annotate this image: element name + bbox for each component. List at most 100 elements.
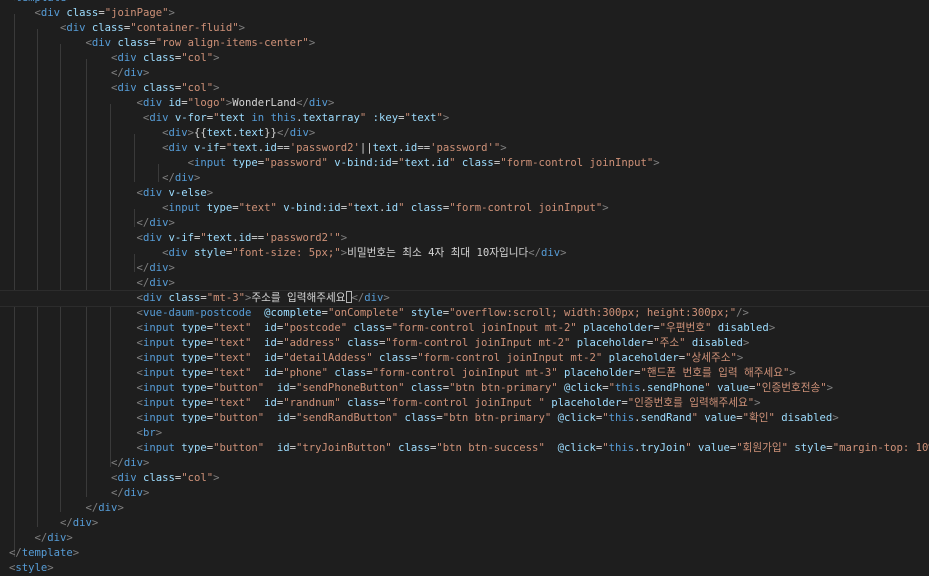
punctuation-token: < xyxy=(9,382,143,394)
code-line[interactable]: </div> xyxy=(0,171,929,186)
string-token: "btn btn-success" xyxy=(436,442,545,454)
attribute-token: class xyxy=(391,442,430,454)
code-line[interactable]: </div> xyxy=(0,501,929,516)
code-line[interactable]: </div> xyxy=(0,276,929,291)
code-line[interactable]: <input type="text" id="phone" class="for… xyxy=(0,366,929,381)
code-line[interactable]: <div class="mt-3">주소를 입력해주세요 </div> xyxy=(0,290,929,307)
code-line[interactable]: <style> xyxy=(0,561,929,576)
tag-token: div xyxy=(72,517,92,529)
attribute-token: class xyxy=(136,52,175,64)
code-line[interactable]: </div> xyxy=(0,216,929,231)
code-line[interactable]: </div> xyxy=(0,516,929,531)
code-line[interactable]: <div class="joinPage"> xyxy=(0,6,929,21)
code-line[interactable]: <div style="font-size: 5px;">비밀번호는 최소 4자… xyxy=(0,246,929,261)
attribute-token: tryJoin xyxy=(640,442,686,454)
string-token: "margin-top: 10%;" xyxy=(832,442,929,454)
string-token: "form-control joinInput mt-2" xyxy=(391,322,577,334)
string-token: "상세주소" xyxy=(685,352,737,364)
code-line[interactable]: <input type="text" id="randnum" class="f… xyxy=(0,396,929,411)
code-line[interactable]: <vue-daum-postcode @complete="onComplete… xyxy=(0,306,929,321)
tag-token: div xyxy=(117,472,137,484)
code-editor[interactable]: <template> <div class="joinPage"> <div c… xyxy=(0,0,929,576)
punctuation-token: < xyxy=(9,292,143,304)
string-token: "인증번호를 입력해주세요" xyxy=(627,397,755,409)
string-token: "col" xyxy=(181,52,214,64)
punctuation-token: > xyxy=(826,382,834,394)
string-token: "form-control joinInput mt-2" xyxy=(385,337,571,349)
tag-token: input xyxy=(142,352,175,364)
punctuation-token: < xyxy=(9,307,143,319)
attribute-token: textarray xyxy=(302,112,360,124)
punctuation-token: > xyxy=(383,292,390,304)
punctuation-token: </ xyxy=(9,517,73,529)
string-token: "form-control joinInput mt-3" xyxy=(372,367,558,379)
attribute-token: type xyxy=(225,157,258,169)
code-line[interactable]: <input type="text" id="detailAddess" cla… xyxy=(0,351,929,366)
code-line[interactable]: <div class="col"> xyxy=(0,81,929,96)
attribute-token: id xyxy=(238,232,252,244)
code-line[interactable]: </div> xyxy=(0,66,929,81)
attribute-token: placeholder xyxy=(602,352,679,364)
code-line[interactable]: </div> xyxy=(0,531,929,546)
attribute-token: text xyxy=(232,142,258,154)
text-token: 비밀번호는 최소 4자 최대 10자입니다 xyxy=(347,247,529,259)
attribute-token: text xyxy=(219,112,246,124)
tag-token: br xyxy=(142,427,156,439)
code-line[interactable]: <input type="text" id="postcode" class="… xyxy=(0,321,929,336)
punctuation-token: > xyxy=(72,547,80,559)
punctuation-token: < xyxy=(9,472,118,484)
code-line[interactable]: <div v-for="text in this.textarray" :key… xyxy=(0,111,929,126)
code-line[interactable]: <input type="text" id="address" class="f… xyxy=(0,336,929,351)
code-line[interactable]: </template> xyxy=(0,546,929,561)
code-line[interactable]: <input type="password" v-bind:id="text.i… xyxy=(0,156,929,171)
string-token: 'password2' xyxy=(264,232,335,244)
code-lines[interactable]: <template> <div class="joinPage"> <div c… xyxy=(0,0,929,576)
string-token: "phone" xyxy=(283,367,328,379)
attribute-token: class xyxy=(111,37,150,49)
code-line[interactable]: <div v-if="text.id=='password2'"> xyxy=(0,231,929,246)
string-token: "sendRandButton" xyxy=(296,412,399,424)
string-token: "button" xyxy=(213,382,265,394)
punctuation-token: > xyxy=(142,487,150,499)
punctuation-token: </ xyxy=(9,67,124,79)
attribute-token: text xyxy=(206,232,233,244)
code-line[interactable]: </div> xyxy=(0,456,929,471)
punctuation-token: < xyxy=(9,322,143,334)
tag-token: div xyxy=(308,97,328,109)
tag-token: div xyxy=(142,292,163,304)
attribute-token: class xyxy=(60,7,99,19)
punctuation-token: < xyxy=(9,112,150,124)
code-line[interactable]: <div v-if="text.id=='password2'||text.id… xyxy=(0,141,929,156)
code-line[interactable]: <div class="col"> xyxy=(0,51,929,66)
punctuation-token: > xyxy=(213,82,220,94)
code-line[interactable]: <input type="button" id="tryJoinButton" … xyxy=(0,441,929,456)
attribute-token: id xyxy=(251,322,277,334)
tag-token: input xyxy=(142,412,175,424)
string-token: "row align-items-center" xyxy=(155,37,309,49)
code-line[interactable]: <div class="row align-items-center"> xyxy=(0,36,929,51)
attribute-token: text xyxy=(372,142,399,154)
tag-token: div xyxy=(142,187,163,199)
string-token: "text" xyxy=(213,367,252,379)
code-line[interactable]: <input type="text" v-bind:id="text.id" c… xyxy=(0,201,929,216)
punctuation-token: > xyxy=(832,412,839,424)
code-line[interactable]: <div id="logo">WonderLand</div> xyxy=(0,96,929,111)
code-line[interactable]: <div class="container-fluid"> xyxy=(0,21,929,36)
code-line[interactable]: <div class="col"> xyxy=(0,471,929,486)
punctuation-token: > xyxy=(142,67,150,79)
attribute-token: style xyxy=(187,247,226,259)
code-line[interactable]: <br> xyxy=(0,426,929,441)
string-token: "logo" xyxy=(187,97,226,109)
attribute-token: style xyxy=(404,307,443,319)
code-line[interactable]: <input type="button" id="sendRandButton"… xyxy=(0,411,929,426)
code-line[interactable]: <input type="button" id="sendPhoneButton… xyxy=(0,381,929,396)
code-line[interactable]: <div v-else> xyxy=(0,186,929,201)
code-line[interactable]: <div>{{text.text}}</div> xyxy=(0,126,929,141)
attribute-token: class xyxy=(136,82,175,94)
punctuation-token: </ xyxy=(9,487,124,499)
code-line[interactable]: </div> xyxy=(0,261,929,276)
punctuation-token: < xyxy=(9,142,169,154)
code-line[interactable]: </div> xyxy=(0,486,929,501)
string-token: "회원가입" xyxy=(736,442,789,454)
punctuation-token: > xyxy=(66,0,72,4)
